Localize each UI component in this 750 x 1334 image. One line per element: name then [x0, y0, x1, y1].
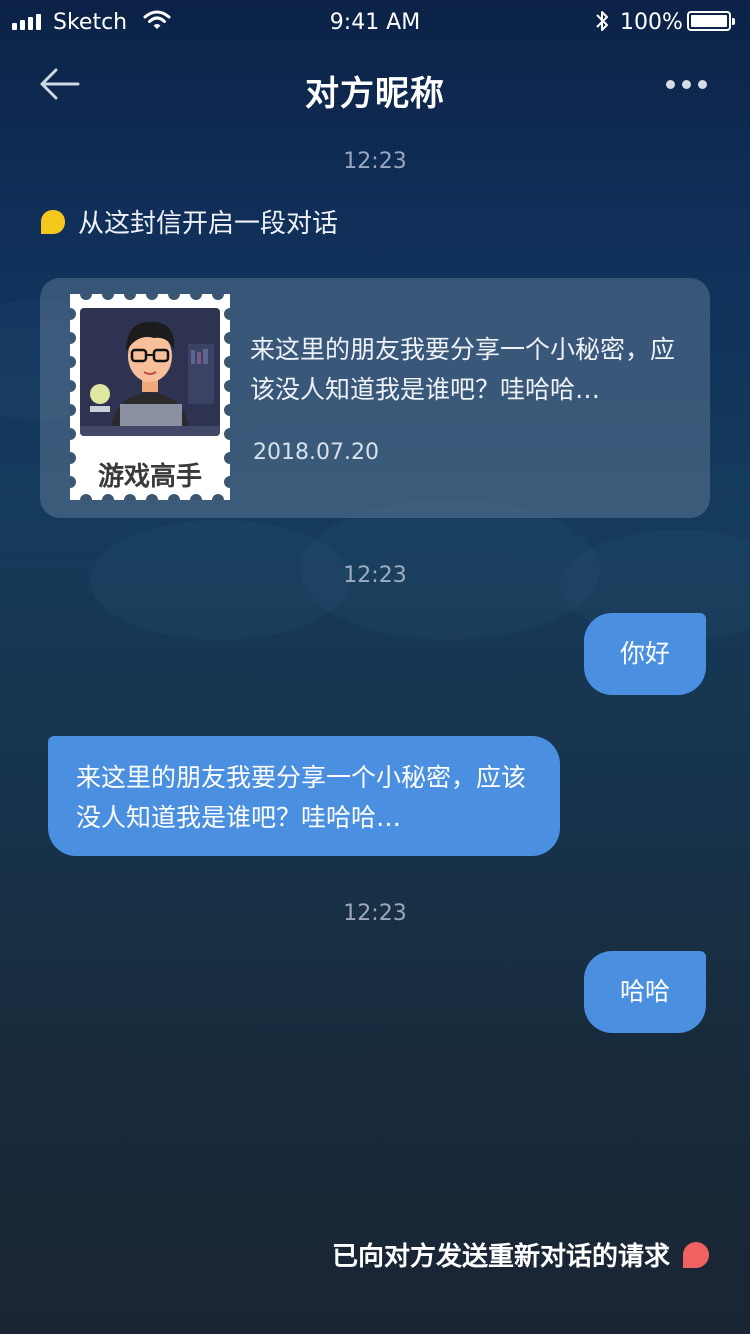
notification-dot-icon: [683, 1241, 709, 1268]
battery-icon: [687, 11, 735, 31]
page-title: 对方昵称: [305, 74, 445, 114]
received-message-bubble[interactable]: 来这里的朋友我要分享一个小秘密，应该没人知道我是谁吧？哇哈哈…: [48, 736, 560, 856]
status-bar: Sketch 9:41 AM 100%: [0, 0, 750, 44]
message-timestamp: 12:23: [343, 563, 407, 588]
bluetooth-icon: [596, 11, 608, 31]
battery-percent: 100%: [620, 10, 683, 35]
chat-screen: Sketch 9:41 AM 100% 对方昵称 12:23 从这封信开启一段对…: [0, 0, 750, 1334]
letter-date: 2018.07.20: [253, 440, 379, 465]
intro-text: 从这封信开启一段对话: [78, 209, 339, 239]
message-timestamp: 12:23: [343, 901, 407, 926]
message-timestamp: 12:23: [343, 149, 407, 174]
more-options-icon[interactable]: [666, 72, 714, 96]
conversation-intro: 从这封信开启一段对话: [40, 203, 338, 240]
letter-card[interactable]: 游戏高手 来这里的朋友我要分享一个小秘密，应该没人知道我是谁吧？哇哈哈… 201…: [40, 278, 710, 518]
letter-preview-text: 来这里的朋友我要分享一个小秘密，应该没人知道我是谁吧？哇哈哈…: [250, 335, 676, 404]
sent-message-bubble[interactable]: 哈哈: [584, 951, 706, 1033]
request-status: 已向对方发送重新对话的请求: [0, 1236, 710, 1273]
sent-message-bubble[interactable]: 你好: [584, 613, 706, 695]
request-status-text: 已向对方发送重新对话的请求: [331, 1242, 670, 1272]
speech-dot-icon: [41, 209, 65, 234]
stamp-label: 游戏高手: [97, 462, 202, 492]
